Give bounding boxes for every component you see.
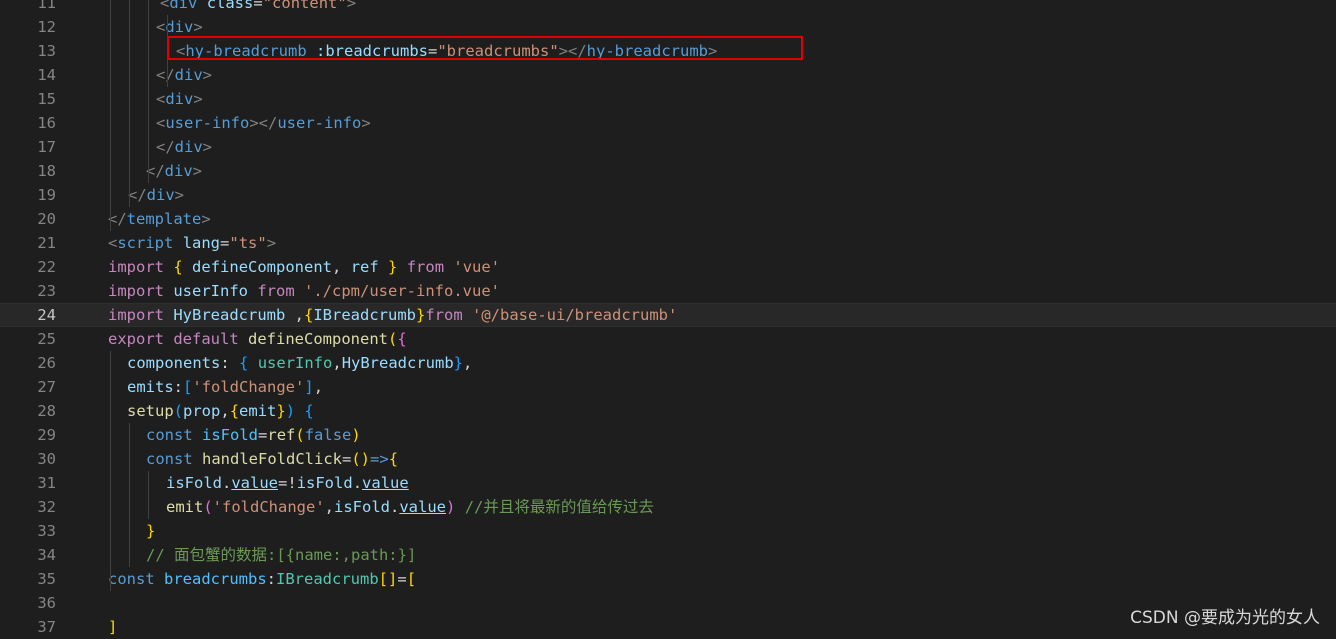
indent-guide — [110, 0, 111, 231]
code-line[interactable]: 31 isFold.value=!isFold.value — [0, 471, 1336, 495]
code-text: </div> — [156, 66, 213, 84]
code-text: } — [146, 522, 156, 540]
code-line[interactable]: 30 const handleFoldClick=()=>{ — [0, 447, 1336, 471]
code-text: emit('foldChange',isFold.value) //并且将最新的… — [166, 498, 654, 516]
code-text: export default defineComponent({ — [108, 330, 407, 348]
code-text: import { defineComponent, ref } from 'vu… — [108, 258, 501, 276]
line-number: 12 — [37, 18, 56, 36]
code-line[interactable]: 32 emit('foldChange',isFold.value) //并且将最… — [0, 495, 1336, 519]
code-line[interactable]: 15 <div> — [0, 87, 1336, 111]
code-line[interactable]: 22 import { defineComponent, ref } from '… — [0, 255, 1336, 279]
code-line[interactable]: 23 import userInfo from './cpm/user-info.… — [0, 279, 1336, 303]
code-text: components: { userInfo,HyBreadcrumb}, — [127, 354, 473, 372]
code-line[interactable]: 21 <script lang="ts"> — [0, 231, 1336, 255]
line-number: 20 — [37, 210, 56, 228]
line-number: 23 — [37, 282, 56, 300]
code-line[interactable]: 33} — [0, 519, 1336, 543]
code-text: <script lang="ts"> — [108, 234, 277, 252]
code-text: ] — [108, 618, 118, 636]
code-text: <div> — [156, 90, 203, 108]
code-text: </div> — [128, 186, 185, 204]
line-number: 14 — [37, 66, 56, 84]
code-text: const handleFoldClick=()=>{ — [146, 450, 399, 468]
code-text: emits:['foldChange'], — [127, 378, 324, 396]
line-number: 37 — [37, 618, 56, 636]
csdn-watermark: CSDN @要成为光的女人 — [1130, 608, 1320, 628]
line-number: 18 — [37, 162, 56, 180]
line-number: 16 — [37, 114, 56, 132]
code-text: import HyBreadcrumb ,{IBreadcrumb}from '… — [108, 306, 678, 324]
line-number: 36 — [37, 594, 56, 612]
code-line[interactable]: 28 setup(prop,{emit}) { — [0, 399, 1336, 423]
code-line[interactable]: 17 </div> — [0, 135, 1336, 159]
line-number: 34 — [37, 546, 56, 564]
code-line[interactable]: 19 </div> — [0, 183, 1336, 207]
code-line[interactable]: 20 </template> — [0, 207, 1336, 231]
line-number: 25 — [37, 330, 56, 348]
code-text: </template> — [108, 210, 211, 228]
code-line[interactable]: 29 const isFold=ref(false) — [0, 423, 1336, 447]
code-line[interactable]: 18 </div> — [0, 159, 1336, 183]
line-number: 33 — [37, 522, 56, 540]
indent-guide — [148, 0, 149, 183]
code-text: setup(prop,{emit}) { — [127, 402, 314, 420]
code-line[interactable]: 34 // 面包蟹的数据:[{name:,path:}] — [0, 543, 1336, 567]
line-number: 27 — [37, 378, 56, 396]
indent-guide — [129, 423, 130, 567]
line-number: 17 — [37, 138, 56, 156]
indent-guide — [110, 351, 111, 591]
code-line[interactable]: 14 </div> — [0, 63, 1336, 87]
code-editor[interactable]: 11 <div class="content"> 12 <div> 13 <hy-brea… — [0, 0, 1336, 636]
line-number: 31 — [37, 474, 56, 492]
line-number: 19 — [37, 186, 56, 204]
code-line[interactable]: 11 <div class="content"> — [0, 0, 1336, 15]
code-line[interactable]: 16 <user-info></user-info> — [0, 111, 1336, 135]
code-text: const isFold=ref(false) — [146, 426, 361, 444]
line-number: 26 — [37, 354, 56, 372]
code-text: import userInfo from './cpm/user-info.vu… — [108, 282, 500, 300]
line-number: 28 — [37, 402, 56, 420]
line-number: 22 — [37, 258, 56, 276]
code-line[interactable]: 25 export default defineComponent({ — [0, 327, 1336, 351]
code-line[interactable]: 27 emits:['foldChange'], — [0, 375, 1336, 399]
code-text: <user-info></user-info> — [156, 114, 371, 132]
code-text: </div> — [156, 138, 213, 156]
indent-guide — [148, 471, 149, 519]
line-number: 11 — [37, 0, 56, 12]
indent-guide — [129, 0, 130, 207]
code-line[interactable]: 35 const breadcrumbs:IBreadcrumb[]=[ — [0, 567, 1336, 591]
code-text: </div> — [146, 162, 203, 180]
line-number: 21 — [37, 234, 56, 252]
code-line[interactable]: 24 import HyBreadcrumb ,{IBreadcrumb}from… — [0, 303, 1336, 327]
line-number: 35 — [37, 570, 56, 588]
code-text: // 面包蟹的数据:[{name:,path:}] — [146, 546, 417, 564]
code-text: const breadcrumbs:IBreadcrumb[]=[ — [108, 570, 417, 588]
code-text: isFold.value=!isFold.value — [166, 474, 409, 492]
line-number: 32 — [37, 498, 56, 516]
line-number: 29 — [37, 426, 56, 444]
code-text: <div class="content"> — [160, 0, 357, 12]
line-number: 15 — [37, 90, 56, 108]
line-number: 24 — [37, 306, 56, 324]
code-line[interactable]: 26 components: { userInfo,HyBreadcrumb}, — [0, 351, 1336, 375]
line-number: 30 — [37, 450, 56, 468]
red-highlight-box — [167, 36, 803, 60]
line-number: 13 — [37, 42, 56, 60]
